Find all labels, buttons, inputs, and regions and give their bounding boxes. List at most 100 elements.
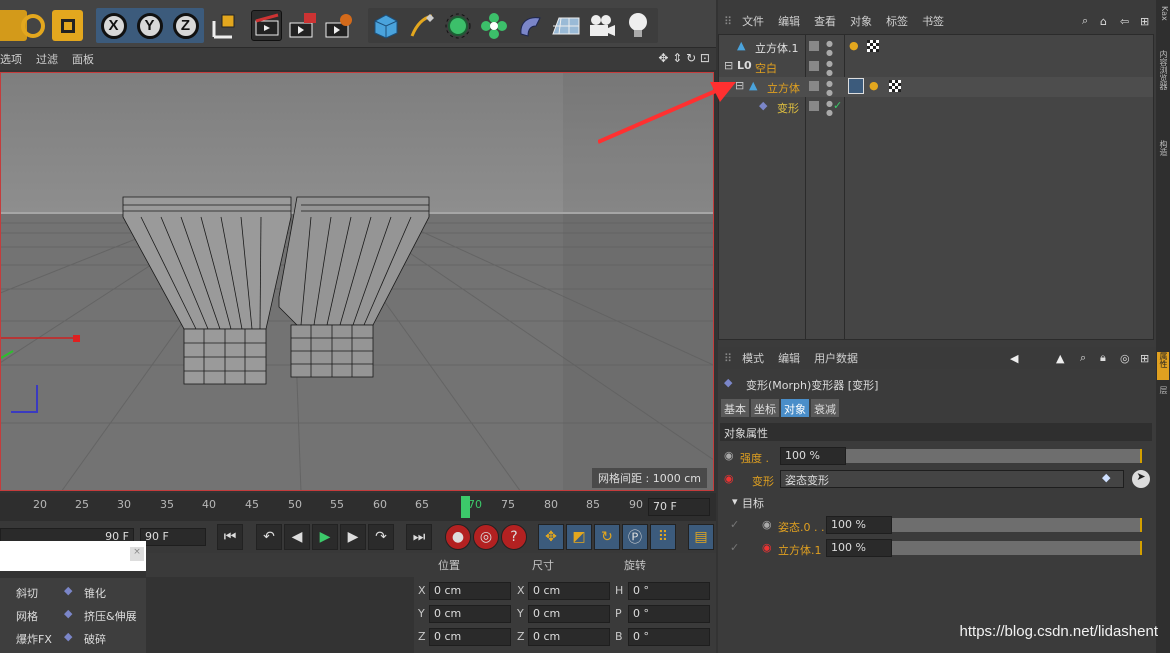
target-slider-track[interactable] [892, 541, 1142, 555]
om-menu-file[interactable]: 文件 [742, 13, 764, 29]
om-search-icon[interactable]: ⌕ [1082, 14, 1088, 28]
tab-coordinates[interactable]: 坐标 [751, 399, 779, 417]
viewport-nav-icons[interactable]: ✥ ⇕ ↻ ⊡ [658, 51, 710, 65]
om-menu-bookmarks[interactable]: 书签 [922, 13, 944, 29]
animate-toggle-icon[interactable]: ◉ [762, 518, 772, 531]
am-search-icon[interactable]: ⌕ [1080, 351, 1086, 365]
floor-scene-icon[interactable] [550, 10, 581, 41]
tab-falloff[interactable]: 衰减 [811, 399, 839, 417]
previous-frame-icon[interactable]: ◀ [284, 524, 310, 550]
record-point-level-icon[interactable]: ⠿ [650, 524, 676, 550]
link-pick-icon[interactable]: ➤ [1132, 470, 1150, 488]
target-section-toggle[interactable]: ▾ [732, 495, 738, 508]
vertical-tab[interactable]: 构造 [1157, 140, 1169, 156]
x-axis-lock-icon[interactable]: X [98, 10, 129, 41]
z-axis-lock-icon[interactable]: Z [170, 10, 201, 41]
animate-toggle-icon[interactable]: ◉ [762, 541, 772, 554]
animate-toggle-icon[interactable]: ◉ [724, 449, 734, 462]
vertical-tab[interactable]: Kax [1157, 6, 1169, 21]
position-y-field[interactable]: 0 cm [429, 605, 511, 623]
am-up-arrow-icon[interactable]: ▲ [1056, 352, 1064, 365]
record-parameter-icon[interactable]: Ⓟ [622, 524, 648, 550]
am-menu-mode[interactable]: 模式 [742, 350, 764, 366]
viewport-menu-options[interactable]: 选项 [0, 51, 22, 67]
keyframe-selection-icon[interactable]: ? [501, 524, 527, 550]
render-view-icon[interactable] [251, 10, 282, 41]
om-home-icon[interactable]: ⌂ [1100, 15, 1107, 28]
am-menu-edit[interactable]: 编辑 [778, 350, 800, 366]
om-back-icon[interactable]: ⇦ [1120, 15, 1129, 28]
record-keys-icon[interactable]: ● [445, 524, 471, 550]
deformer-squash-stretch[interactable]: 挤压&伸展 [84, 608, 137, 624]
tree-row-null[interactable]: ⊟ L0 空白 ● ● [719, 57, 1153, 77]
record-position-icon[interactable]: ✥ [538, 524, 564, 550]
render-dots-icon[interactable]: ● ● [826, 99, 833, 117]
record-scale-icon[interactable]: ◩ [566, 524, 592, 550]
om-menu-edit[interactable]: 编辑 [778, 13, 800, 29]
am-target-icon[interactable]: ◎ [1120, 352, 1130, 365]
next-key-icon[interactable]: ↷ [368, 524, 394, 550]
am-lock-icon[interactable]: 🔒︎ [1100, 351, 1106, 365]
position-x-field[interactable]: 0 cm [429, 582, 511, 600]
timeline-window-icon[interactable]: ▤ [688, 524, 714, 550]
array-clone-icon[interactable] [478, 10, 509, 41]
timeline-playhead[interactable] [461, 496, 470, 518]
target-checkbox-icon[interactable]: ✓ [730, 541, 739, 554]
rotation-b-field[interactable]: 0 ° [628, 628, 710, 646]
om-expand-icon[interactable]: ⊞ [1140, 15, 1149, 28]
light-bulb-icon[interactable] [622, 10, 653, 41]
position-z-field[interactable]: 0 cm [429, 628, 511, 646]
tab-basic[interactable]: 基本 [721, 399, 749, 417]
size-x-field[interactable]: 0 cm [528, 582, 610, 600]
popup-close-icon[interactable]: × [130, 547, 144, 561]
target-checkbox-icon[interactable]: ✓ [730, 518, 739, 531]
play-forward-icon[interactable]: ▶ [312, 524, 338, 550]
render-dots-icon[interactable]: ● ● [826, 59, 833, 77]
tree-row-cube1[interactable]: ▲ 立方体.1 ● ● ● [719, 37, 1153, 57]
move-tool-icon[interactable] [52, 10, 83, 41]
morph-tag-link-icon[interactable]: ◆ [1102, 471, 1110, 484]
cube-object-icon[interactable] [370, 10, 401, 41]
visibility-toggle-icon[interactable] [809, 61, 819, 71]
tree-row-morph[interactable]: ◆ 变形 ● ● ✓ [719, 97, 1153, 117]
viewport-menu-filter[interactable]: 过滤 [36, 51, 58, 67]
deformer-explosion-fx[interactable]: 爆炸FX [16, 631, 52, 647]
pen-spline-icon[interactable] [406, 10, 437, 41]
nurbs-generator-icon[interactable] [442, 10, 473, 41]
tab-object[interactable]: 对象 [781, 399, 809, 417]
timeline-ruler[interactable]: 20 25 30 35 40 45 50 55 60 65 70 75 80 8… [0, 493, 716, 521]
deformer-shatter[interactable]: 破碎 [84, 631, 106, 647]
vertical-tab[interactable]: 内容浏览器 [1157, 50, 1169, 90]
end-frame-field[interactable]: 70 F [648, 498, 710, 516]
deformer-mesh[interactable]: 网格 [16, 608, 38, 624]
next-frame-icon[interactable]: ▶ [340, 524, 366, 550]
om-menu-tags[interactable]: 标签 [886, 13, 908, 29]
vertical-tab[interactable]: 属性 [1157, 352, 1169, 380]
deformer-taper[interactable]: 锥化 [84, 585, 106, 601]
deformer-bend-icon[interactable] [514, 10, 545, 41]
am-menu-userdata[interactable]: 用户数据 [814, 350, 858, 366]
max-frame-field[interactable]: 90 F [140, 528, 206, 546]
visibility-toggle-icon[interactable] [809, 41, 819, 51]
deformer-shear[interactable]: 斜切 [16, 585, 38, 601]
render-to-picture-viewer-icon[interactable] [287, 10, 318, 41]
render-settings-icon[interactable] [323, 10, 354, 41]
morph-link-field[interactable]: 姿态变形 [780, 470, 1124, 488]
target-strength-field[interactable]: 100 % [826, 516, 892, 534]
strength-slider-track[interactable] [846, 449, 1142, 463]
camera-icon[interactable] [586, 10, 617, 41]
animate-toggle-icon[interactable]: ◉ [724, 472, 734, 485]
coordinate-system-icon[interactable] [207, 10, 238, 41]
viewport-menu-panel[interactable]: 面板 [72, 51, 94, 67]
strength-field[interactable]: 100 % [780, 447, 846, 465]
target-strength-field[interactable]: 100 % [826, 539, 892, 557]
vertical-tab[interactable]: 层 [1157, 386, 1169, 394]
go-to-start-icon[interactable]: ⏮ [217, 524, 243, 550]
size-z-field[interactable]: 0 cm [528, 628, 610, 646]
size-y-field[interactable]: 0 cm [528, 605, 610, 623]
tree-row-cube[interactable]: ⊟ ▲ 立方体 ● ● ● [719, 77, 1153, 97]
autokey-icon[interactable]: ◎ [473, 524, 499, 550]
am-new-icon[interactable]: ⊞ [1140, 352, 1149, 365]
visibility-toggle-icon[interactable] [809, 101, 819, 111]
om-menu-view[interactable]: 查看 [814, 13, 836, 29]
